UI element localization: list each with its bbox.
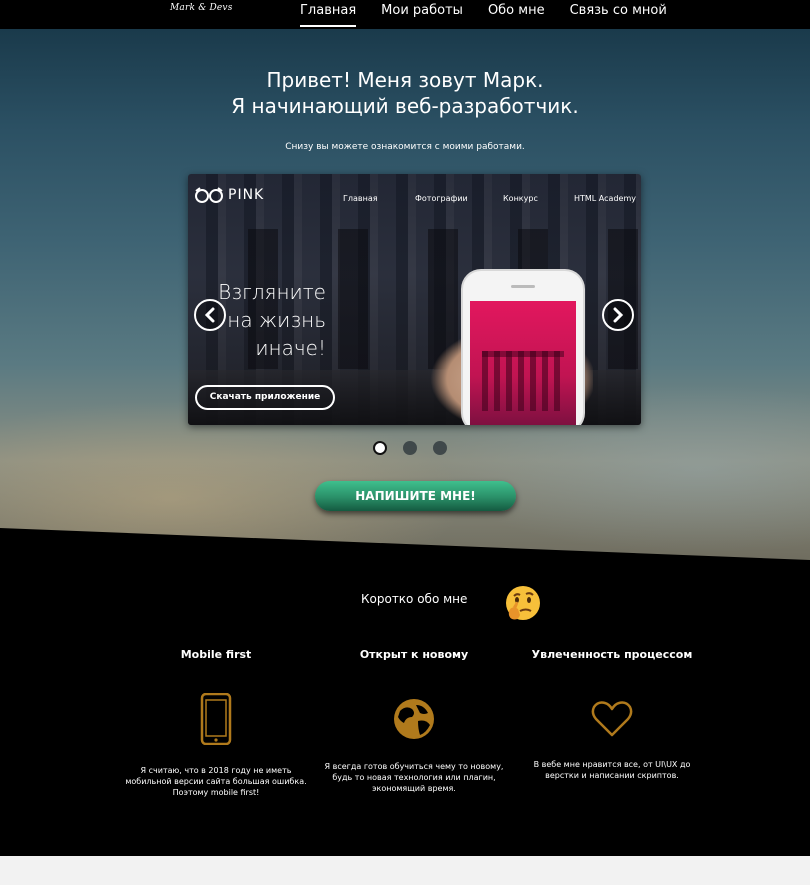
phone-screen — [470, 301, 576, 425]
slide-headline-line: иначе! — [255, 336, 326, 360]
slide-headline-line: Взгляните — [218, 280, 326, 304]
main-nav: Главная Мои работы Обо мне Связь со мной — [300, 0, 692, 29]
hero-title-line1: Привет! Меня зовут Марк. — [266, 68, 544, 92]
hero-section: Привет! Меня зовут Марк. Я начинающий ве… — [0, 29, 810, 569]
pink-logo-text: PINK — [228, 187, 265, 203]
slide-headline-line: на жизнь — [227, 308, 326, 332]
nav-item-home[interactable]: Главная — [300, 0, 357, 29]
smartphone-icon — [200, 693, 232, 745]
heart-icon — [591, 701, 633, 737]
feature-mobile-first: Mobile first Я считаю, что в 2018 году н… — [121, 648, 311, 798]
download-app-button[interactable]: Скачать приложение — [195, 385, 335, 410]
slider-dots — [373, 441, 463, 455]
thinking-face-emoji-icon — [506, 586, 540, 620]
slide-headline: Взгляните на жизнь иначе! — [216, 278, 326, 362]
slider-dot-2[interactable] — [403, 441, 417, 455]
slide-nav-item: Главная — [343, 194, 378, 203]
hero-subtitle: Снизу вы можете ознакомится с моими рабо… — [285, 142, 525, 152]
phone-speaker — [511, 285, 535, 288]
about-title: Коротко обо мне — [361, 592, 468, 606]
chevron-left-icon — [204, 307, 215, 323]
globe-icon — [394, 699, 434, 739]
pink-logo: PINK — [194, 186, 264, 204]
nav-item-about[interactable]: Обо мне — [488, 0, 545, 29]
page-bottom-strip — [0, 856, 810, 885]
slider-prev-button[interactable] — [194, 299, 226, 331]
chevron-right-icon — [613, 307, 624, 323]
about-section: Коротко обо мне Mobile first Я считаю, ч… — [0, 528, 810, 856]
slide-nav-item: Конкурс — [503, 194, 538, 203]
feature-description: В вебе мне нравится все, от UI\UX до вер… — [533, 760, 691, 780]
contact-me-button[interactable]: НАПИШИТЕ МНЕ! — [315, 481, 516, 511]
feature-passion: Увлеченность процессом В вебе мне нравит… — [517, 648, 707, 781]
glasses-icon — [195, 187, 223, 203]
phone-image — [463, 271, 583, 425]
phone-screen-building — [482, 351, 564, 411]
nav-item-works[interactable]: Мои работы — [381, 0, 463, 29]
feature-description: Я считаю, что в 2018 году не иметь мобил… — [125, 766, 307, 797]
slider-next-button[interactable] — [602, 299, 634, 331]
feature-title: Mobile first — [180, 648, 252, 661]
slide-nav-item: HTML Academy — [574, 194, 636, 203]
slider-dot-1[interactable] — [373, 441, 387, 455]
hero-title: Привет! Меня зовут Марк. Я начинающий ве… — [0, 67, 810, 119]
slide-nav-item: Фотографии — [415, 194, 468, 203]
hero-title-line2: Я начинающий веб-разработчик. — [231, 94, 579, 118]
slider-dot-3[interactable] — [433, 441, 447, 455]
site-logo[interactable]: Mark & Devs — [170, 3, 233, 13]
feature-open-to-new: Открыт к новому Я всегда готов обучиться… — [319, 648, 509, 794]
feature-description: Я всегда готов обучиться чему то новому,… — [324, 762, 504, 793]
feature-title: Увлеченность процессом — [531, 648, 693, 661]
works-slider: PINK Главная Фотографии Конкурс HTML Aca… — [188, 174, 641, 425]
nav-item-contact[interactable]: Связь со мной — [570, 0, 667, 29]
top-navbar: Mark & Devs Главная Мои работы Обо мне С… — [0, 0, 810, 29]
feature-title: Открыт к новому — [359, 648, 469, 661]
